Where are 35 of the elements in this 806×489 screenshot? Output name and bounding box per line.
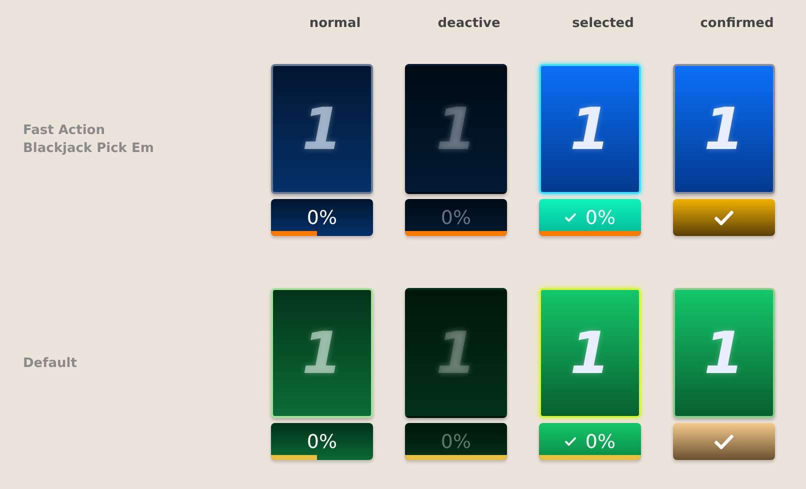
- card-digit: 1: [570, 95, 610, 163]
- column-header: confirmed: [699, 14, 775, 32]
- number-card[interactable]: 1: [405, 64, 507, 194]
- percent-reading: 0%: [306, 430, 338, 452]
- column-header: deactive: [436, 14, 502, 32]
- column-header: selected: [571, 14, 635, 32]
- number-card[interactable]: 1: [539, 288, 641, 418]
- card-digit: 1: [302, 95, 342, 163]
- card-digit: 1: [436, 319, 476, 387]
- card-digit: 1: [704, 95, 744, 163]
- progress-button[interactable]: 0%: [405, 199, 507, 236]
- card-digit: 1: [436, 95, 476, 163]
- number-card[interactable]: 1: [271, 288, 373, 418]
- percent-reading: 0%: [306, 206, 338, 228]
- progress-button[interactable]: [673, 199, 775, 236]
- percent-reading: 0%: [440, 206, 472, 228]
- number-card[interactable]: 1: [405, 288, 507, 418]
- number-card[interactable]: 1: [271, 64, 373, 194]
- percent-reading: 0%: [585, 206, 616, 228]
- progress-button[interactable]: 0%: [271, 423, 373, 460]
- percent-reading: 0%: [585, 430, 616, 452]
- column-header: normal: [308, 14, 362, 32]
- row-label: Fast Action Blackjack Pick Em: [22, 122, 155, 158]
- progress-button[interactable]: 0%: [405, 423, 507, 460]
- number-card[interactable]: 1: [539, 64, 641, 194]
- number-card[interactable]: 1: [673, 64, 775, 194]
- number-card[interactable]: 1: [673, 288, 775, 418]
- card-digit: 1: [302, 319, 342, 387]
- progress-button[interactable]: 0%: [539, 423, 641, 460]
- progress-button[interactable]: 0%: [271, 199, 373, 236]
- card-digit: 1: [704, 319, 744, 387]
- percent-reading: 0%: [440, 430, 472, 452]
- card-digit: 1: [570, 319, 610, 387]
- row-label: Default: [22, 354, 78, 373]
- progress-button[interactable]: [673, 423, 775, 460]
